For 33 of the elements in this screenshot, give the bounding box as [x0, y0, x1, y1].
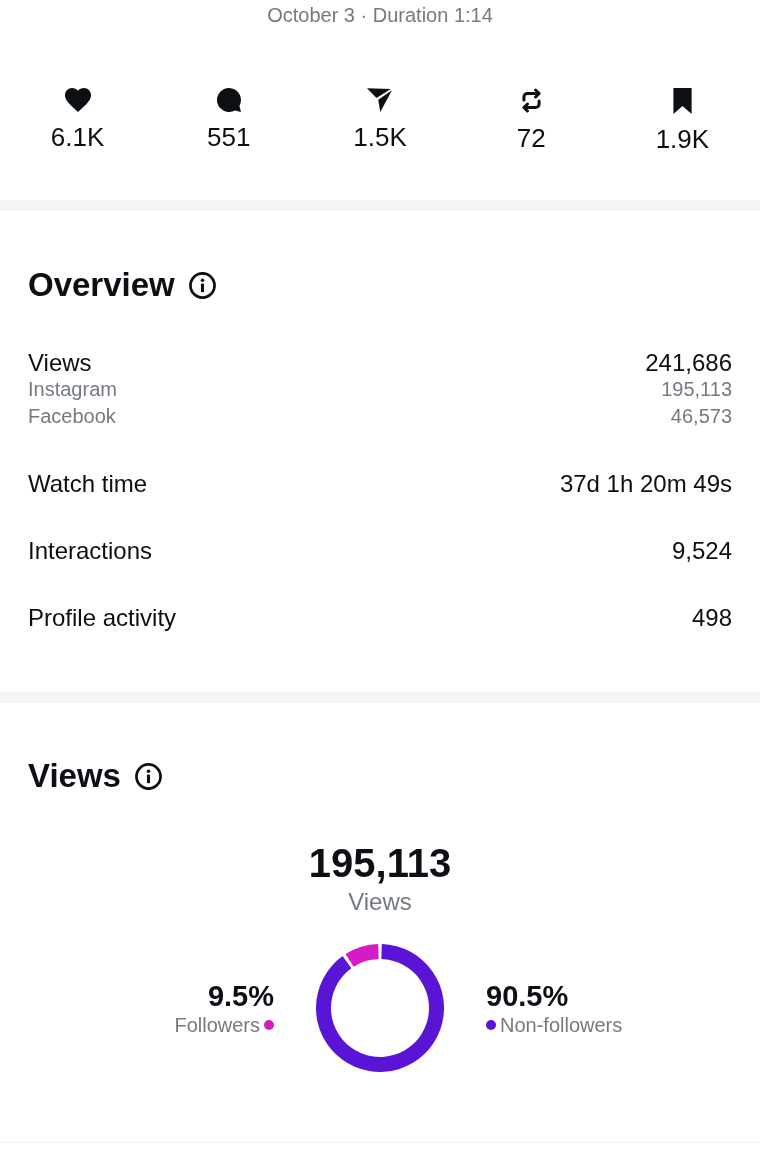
info-icon[interactable]: [188, 271, 216, 299]
heart-icon: [64, 88, 91, 112]
source-label: Instagram: [28, 377, 117, 402]
info-icon[interactable]: [134, 762, 162, 790]
stat-count: 551: [207, 122, 251, 152]
post-date-duration: October 3 · Duration 1:14: [267, 3, 493, 27]
stat-count: 1.5K: [353, 122, 407, 152]
legend-percent: 90.5%: [486, 980, 569, 1012]
metric-label: Watch time: [28, 470, 148, 497]
legend-label: Followers: [174, 1013, 260, 1038]
stat-count: 6.1K: [50, 122, 105, 152]
stat-count: 1.9K: [655, 124, 710, 154]
metric-value: 37d 1h 20m 49s: [559, 470, 732, 497]
paper-plane-icon: [367, 88, 393, 112]
section-title: Overview: [28, 266, 175, 304]
views-total-label: Views: [348, 889, 412, 915]
source-label: Facebook: [28, 404, 116, 429]
metric-label: Views: [28, 349, 92, 376]
metric-label: Interactions: [28, 537, 153, 564]
stat-count: 72: [516, 123, 546, 153]
source-value: 195,113: [661, 377, 732, 402]
repost-arrows-icon: [520, 88, 542, 113]
metric-value: 498: [691, 604, 732, 631]
views-total: 195,113: [308, 840, 452, 886]
section-title: Views: [28, 757, 121, 795]
legend-label: Non-followers: [500, 1013, 623, 1038]
bookmark-icon: [672, 88, 692, 114]
metric-label: Profile activity: [28, 604, 177, 631]
source-value: 46,573: [670, 404, 732, 429]
metric-value: 9,524: [671, 537, 732, 564]
comment-bubble-icon: [216, 88, 241, 112]
metric-value: 241,686: [645, 349, 732, 376]
legend-percent: 9.5%: [207, 980, 274, 1012]
